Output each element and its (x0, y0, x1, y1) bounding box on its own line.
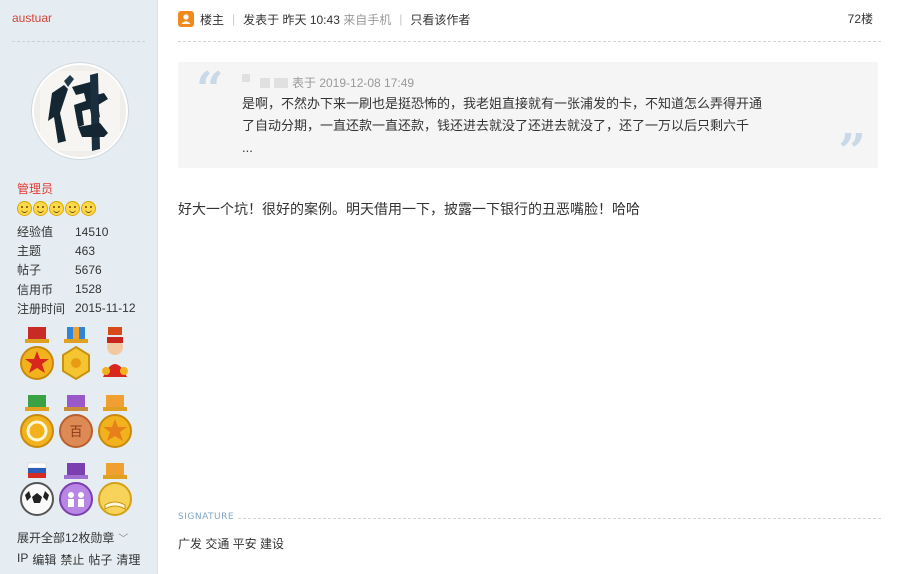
quote-line: ... (242, 140, 253, 155)
sidebar-divider (12, 41, 145, 42)
stat-label: 帖子 (17, 263, 42, 278)
signature-divider (238, 518, 881, 519)
svg-text:百: 百 (69, 425, 82, 440)
smiley-rank-icon (81, 201, 96, 216)
posted-prefix: 发表于 (243, 12, 280, 27)
medal-grid: 百 (19, 325, 137, 523)
quote-line: 了自动分期，一直还款一直还款，钱还进去就没了还进去就没了，还了一万以后只剩六千 (242, 118, 750, 133)
red-star-medal-icon[interactable] (19, 325, 55, 387)
author-sidebar: austuar 管理员 经验值 14510 主题 463 帖子 5676 信用币… (0, 0, 158, 574)
posted-time: 昨天 10:43 (282, 12, 340, 27)
close-quote-icon: ” (838, 124, 866, 180)
posted-from: 来自手机 (343, 12, 392, 27)
edit-user-link[interactable]: 编辑 (32, 551, 56, 568)
avatar[interactable] (32, 63, 128, 159)
header-separator: | (232, 12, 236, 26)
user-posts-link[interactable]: 帖子 (88, 551, 112, 568)
post-header: 楼主 | 发表于 昨天 10:43 来自手机 | 只看该作者 (178, 9, 881, 29)
stat-label: 主题 (17, 244, 42, 259)
stat-label: 信用币 (17, 282, 54, 297)
header-separator: | (399, 12, 403, 26)
blue-ribbon-gold-medal-icon[interactable] (58, 325, 94, 387)
open-quote-icon: “ (196, 62, 224, 118)
stat-threads: 主题 463 (17, 241, 136, 260)
chevron-down-icon: ﹀ (118, 534, 129, 545)
quote-meta-text: 表于 2019-12-08 17:49 (292, 76, 415, 90)
blurred-username (242, 73, 250, 82)
author-role: 管理员 (17, 182, 54, 196)
stat-value: 1528 (75, 282, 102, 297)
quote-text: 是啊，不然办下来一刷也是挺恐怖的，我老姐直接就有一张浦发的卡，不知道怎么弄得开通… (242, 93, 818, 159)
stat-experience: 经验值 14510 (17, 222, 136, 241)
blurred-username (260, 77, 270, 88)
signature-label: SIGNATURE (178, 512, 235, 522)
smiley-rank-icon (33, 201, 48, 216)
smiley-rank-icon (49, 201, 64, 216)
purple-team-medal-icon[interactable] (58, 461, 94, 523)
smiley-rank-icon (17, 201, 32, 216)
smiley-rank-icon (65, 201, 80, 216)
quote-block: “ 表于 2019-12-08 17:49 是啊，不然办下来一刷也是挺恐怖的，我… (178, 62, 878, 176)
original-poster-icon (178, 11, 194, 27)
ban-user-link[interactable]: 禁止 (60, 551, 84, 568)
stat-value[interactable]: 463 (75, 244, 95, 258)
book-medal-icon[interactable] (97, 461, 133, 523)
stat-value[interactable]: 5676 (75, 263, 102, 277)
expand-medals-toggle[interactable]: 展开全部12枚勋章 ﹀ (17, 529, 128, 546)
op-label: 楼主 (200, 12, 225, 27)
stat-register-date: 注册时间 2015-11-12 (17, 299, 136, 318)
clean-user-link[interactable]: 清理 (116, 551, 140, 568)
stat-value: 14510 (75, 224, 109, 239)
stat-label: 注册时间 (17, 301, 66, 316)
ip-link[interactable]: IP (17, 551, 28, 568)
stat-credits: 信用币 1528 (17, 280, 136, 299)
expand-medals-label: 展开全部12枚勋章 (17, 531, 115, 545)
quote-line: 是啊，不然办下来一刷也是挺恐怖的，我老姐直接就有一张浦发的卡，不知道怎么弄得开通 (242, 96, 763, 111)
quote-meta: 表于 2019-12-08 17:49 (242, 73, 415, 91)
stat-value: 2015-11-12 (75, 301, 136, 316)
floor-number[interactable]: 72楼 (848, 10, 873, 27)
hundred-medal-icon[interactable]: 百 (58, 393, 94, 455)
post-body: 好大一个坑！很好的案例。明天借用一下，披露一下银行的丑恶嘴脸！哈哈 (178, 201, 640, 217)
gold-star-medal-icon[interactable] (97, 393, 133, 455)
stat-posts: 帖子 5676 (17, 260, 136, 279)
stat-label: 经验值 (17, 225, 54, 240)
calligraphy-avatar-image (34, 65, 126, 157)
rank-stars (17, 201, 96, 216)
header-divider (178, 41, 881, 42)
admin-actions: IP 编辑 禁止 帖子 清理 (17, 551, 140, 568)
blurred-username (274, 77, 288, 88)
post-content-area: 楼主 | 发表于 昨天 10:43 来自手机 | 只看该作者 72楼 “ 表于 … (158, 0, 901, 574)
author-username[interactable]: austuar (12, 11, 52, 25)
only-author-link[interactable]: 只看该作者 (410, 11, 470, 28)
green-ribbon-medal-icon[interactable] (19, 393, 55, 455)
football-medal-icon[interactable] (19, 461, 55, 523)
author-stats: 经验值 14510 主题 463 帖子 5676 信用币 1528 注册时间 2… (17, 222, 136, 318)
signature-text: 广发 交通 平安 建设 (178, 537, 285, 551)
lucky-god-medal-icon[interactable] (97, 325, 133, 387)
